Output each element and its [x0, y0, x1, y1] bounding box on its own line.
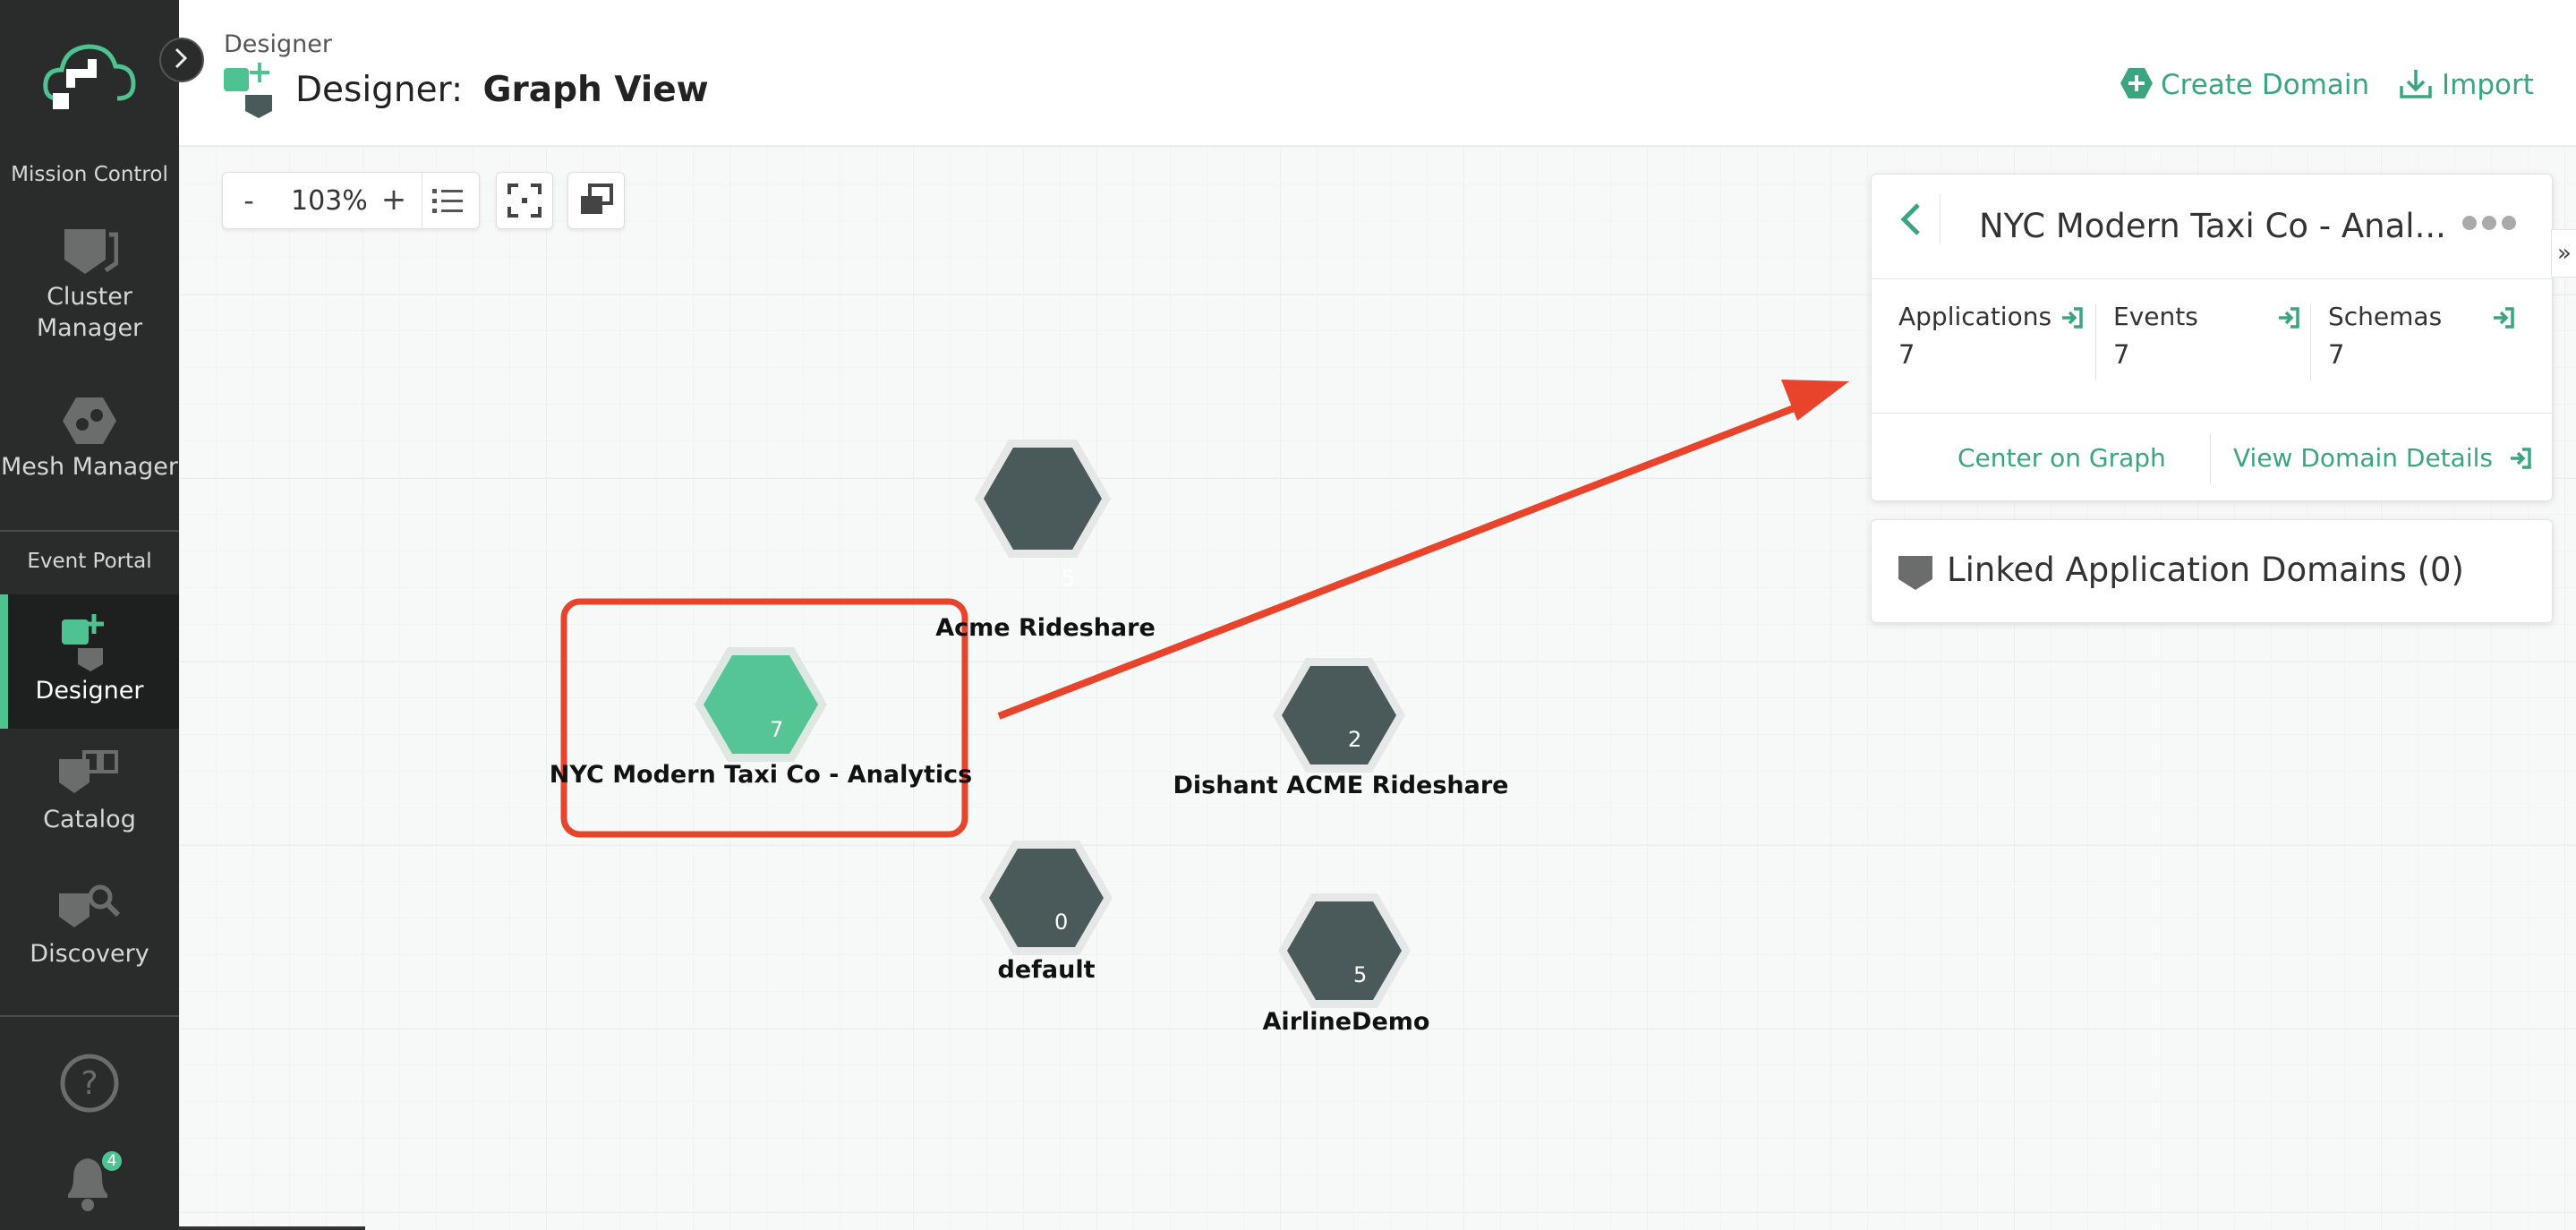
view-domain-details-label: View Domain Details	[2233, 443, 2493, 473]
graph-node[interactable]: 5	[975, 440, 1111, 591]
sidebar-item-designer[interactable]: Designer	[0, 594, 179, 729]
go-to-icon	[2510, 448, 2531, 469]
create-domain-button[interactable]: Create Domain	[2120, 66, 2369, 101]
divider	[0, 1015, 179, 1017]
sidebar-label: Cluster	[47, 283, 132, 311]
section-mission-control: Mission Control	[11, 163, 168, 186]
sidebar-label: Catalog	[43, 806, 136, 833]
domain-icon	[1898, 556, 1932, 590]
stat-label: Events	[2113, 302, 2198, 331]
graph-node[interactable]: 2	[1273, 658, 1405, 773]
sidebar: Mission Control Cluster Manager Mesh Man…	[0, 0, 204, 1230]
stat-applications[interactable]: Applications 7	[1872, 278, 2095, 404]
add-domain-icon	[2120, 68, 2153, 98]
linked-domains-title: Linked Application Domains (0)	[1947, 551, 2464, 589]
cluster-manager-icon	[64, 229, 118, 274]
chevron-left-icon	[1900, 203, 1920, 235]
node-label[interactable]: Dishant ACME Rideshare	[1173, 772, 1509, 799]
panel-expand-button[interactable]: »	[2551, 229, 2576, 278]
annotation-arrow-line	[997, 396, 1819, 720]
view-domain-details-button[interactable]: View Domain Details	[2233, 443, 2533, 473]
annotation-arrow-head	[1781, 380, 1849, 421]
go-to-icon	[2494, 307, 2514, 329]
designer-icon	[62, 614, 104, 671]
sidebar-label: Manager	[36, 314, 143, 342]
sidebar-item-cluster-manager[interactable]: Cluster Manager	[0, 224, 179, 342]
node-label[interactable]: default	[998, 956, 1096, 984]
node-count: 5	[1353, 962, 1367, 987]
sidebar-item-catalog[interactable]: Catalog	[0, 747, 179, 833]
sidebar-item-mesh-manager[interactable]: Mesh Manager	[0, 394, 179, 481]
page-title-main: Graph View	[482, 70, 709, 110]
designer-icon	[224, 63, 272, 118]
go-to-icon	[2279, 307, 2299, 329]
node-count: 0	[1054, 910, 1068, 935]
sidebar-label: Mesh Manager	[0, 453, 179, 481]
graph-node[interactable]: 5	[1278, 893, 1411, 1008]
go-to-icon	[2062, 307, 2083, 329]
breadcrumb[interactable]: Designer	[224, 30, 332, 58]
stat-events[interactable]: Events 7	[2095, 278, 2310, 404]
stat-value: 7	[2113, 339, 2130, 370]
stat-schemas[interactable]: Schemas 7	[2310, 278, 2552, 404]
svg-text:?: ?	[81, 1065, 98, 1102]
scrollbar[interactable]	[179, 1226, 365, 1230]
sidebar-collapse-button[interactable]	[159, 38, 204, 82]
more-options-button[interactable]	[2461, 212, 2518, 237]
download-icon	[2400, 70, 2432, 98]
center-on-graph-button[interactable]: Center on Graph	[1958, 443, 2166, 473]
node-label[interactable]: Acme Rideshare	[935, 614, 1156, 642]
node-count: 5	[1062, 566, 1075, 591]
notification-badge: 4	[102, 1151, 122, 1171]
mesh-manager-icon	[63, 397, 116, 444]
sidebar-label: Designer	[35, 677, 144, 705]
help-icon: ?	[60, 1054, 119, 1113]
discovery-icon	[59, 884, 121, 927]
section-event-portal: Event Portal	[27, 550, 152, 573]
node-label[interactable]: AirlineDemo	[1263, 1008, 1430, 1036]
import-button[interactable]: Import	[2399, 66, 2534, 101]
chevron-right-icon	[175, 47, 188, 69]
divider	[2210, 434, 2211, 484]
sidebar-item-discovery[interactable]: Discovery	[0, 881, 179, 968]
app-logo[interactable]	[40, 36, 139, 120]
node-count: 7	[770, 717, 783, 742]
node-label[interactable]: NYC Modern Taxi Co - Analytics	[550, 761, 972, 789]
node-count: 2	[1348, 727, 1361, 752]
graph-canvas[interactable]: - 103% + 5 7 2 0 5 Acme Rideshare NYC Mo…	[179, 147, 2576, 1230]
create-domain-label: Create Domain	[2161, 69, 2370, 101]
stat-label: Schemas	[2328, 302, 2443, 331]
graph-node-selected[interactable]: 7	[695, 647, 827, 762]
active-indicator	[0, 594, 8, 729]
more-horizontal-icon	[2462, 216, 2516, 230]
panel-title: NYC Modern Taxi Co - Anal...	[1979, 207, 2446, 245]
page-title: Designer: Graph View	[295, 70, 709, 110]
stat-value: 7	[1898, 339, 1915, 370]
sidebar-label: Discovery	[30, 940, 149, 968]
help-button[interactable]: ?	[59, 1053, 120, 1117]
back-button[interactable]	[1889, 194, 1941, 244]
divider	[1872, 413, 2552, 414]
graph-node[interactable]: 0	[980, 841, 1113, 955]
double-chevron-right-icon: »	[2557, 240, 2572, 267]
import-label: Import	[2442, 69, 2534, 101]
domain-detail-panel: NYC Modern Taxi Co - Anal... Application…	[1871, 174, 2553, 501]
header: Designer Designer: Graph View Create Dom…	[179, 0, 2576, 147]
page-title-prefix: Designer:	[295, 70, 464, 110]
stat-label: Applications	[1898, 302, 2052, 331]
linked-domains-panel[interactable]: Linked Application Domains (0)	[1871, 519, 2553, 623]
catalog-icon	[59, 750, 118, 793]
notifications-button[interactable]: 4	[59, 1148, 122, 1219]
stat-value: 7	[2328, 339, 2345, 370]
divider	[0, 530, 179, 532]
